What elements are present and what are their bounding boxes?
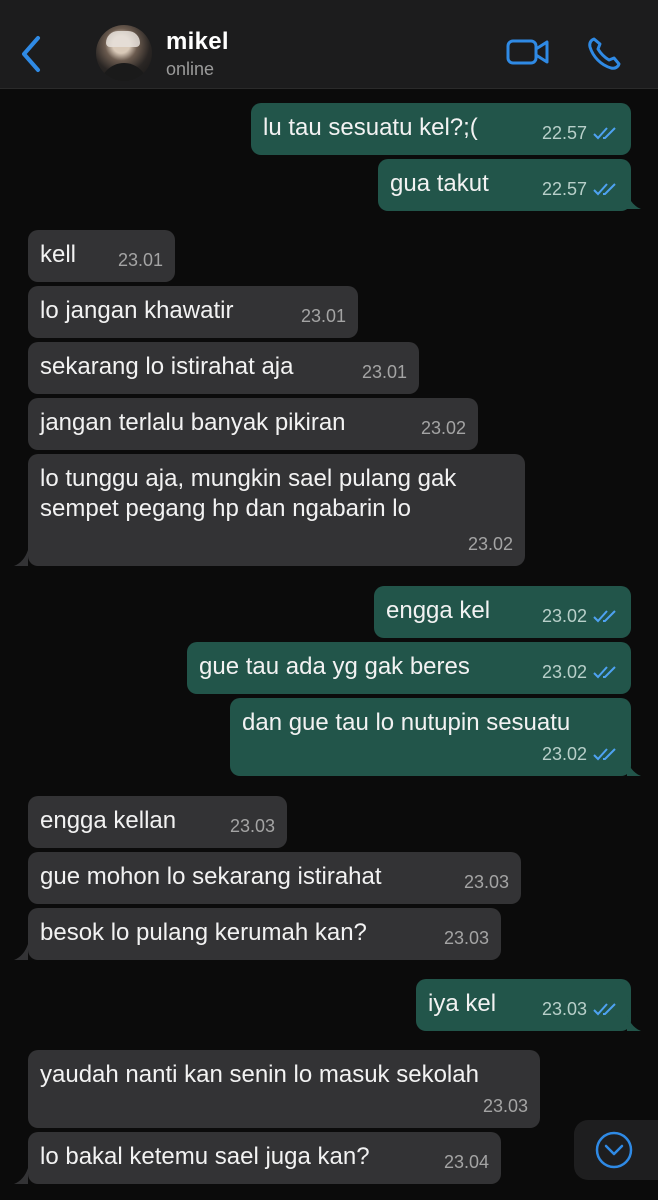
avatar[interactable] <box>96 25 152 81</box>
message-incoming[interactable]: jangan terlalu banyak pikiran 23.02 <box>28 398 478 450</box>
message-outgoing[interactable]: engga kel 23.02 <box>374 586 631 638</box>
bubble-tail <box>627 1015 641 1031</box>
message-incoming[interactable]: lo tunggu aja, mungkin sael pulang gak s… <box>28 454 525 566</box>
message-text: engga kellan <box>40 807 177 834</box>
message-text: iya kel <box>428 990 497 1017</box>
message-text: dan gue tau lo nutupin sesuatu <box>242 709 571 736</box>
message-time: 23.04 <box>443 1152 489 1172</box>
message-incoming[interactable]: engga kellan 23.03 <box>28 796 287 848</box>
message-incoming[interactable]: lo bakal ketemu sael juga kan? 23.04 <box>28 1132 501 1184</box>
phone-icon[interactable] <box>586 36 622 72</box>
message-outgoing[interactable]: iya kel 23.03 <box>416 979 631 1031</box>
message-text: lo jangan khawatir <box>40 297 234 324</box>
message-list[interactable]: lu tau sesuatu kel?;( 22.57 gua takut 22… <box>0 89 658 1200</box>
bubble-tail <box>627 193 641 209</box>
read-receipt-icon <box>593 127 616 140</box>
message-time: 23.02 <box>467 534 513 554</box>
message-text: gue mohon lo sekarang istirahat <box>40 863 382 890</box>
message-text: gua takut <box>390 170 489 197</box>
bubble-tail <box>14 944 28 960</box>
message-time: 23.03 <box>463 872 509 892</box>
message-text: yaudah nanti kan senin lo masuk sekolah <box>40 1061 479 1088</box>
message-text: kell <box>40 241 77 268</box>
contact-status: online <box>166 59 215 79</box>
message-time: 23.01 <box>300 306 346 326</box>
read-receipt-icon <box>593 1003 616 1016</box>
message-time: 22.57 <box>541 179 587 199</box>
bubble-tail <box>14 550 28 566</box>
message-text: jangan terlalu banyak pikiran <box>40 409 346 436</box>
message-time: 23.03 <box>229 816 275 836</box>
chat-header: mikel online <box>0 0 658 89</box>
message-text: gue tau ada yg gak beres <box>199 653 470 680</box>
message-outgoing[interactable]: gua takut 22.57 <box>378 159 631 211</box>
message-incoming[interactable]: sekarang lo istirahat aja 23.01 <box>28 342 419 394</box>
message-time: 23.03 <box>482 1096 528 1116</box>
message-incoming[interactable]: lo jangan khawatir 23.01 <box>28 286 358 338</box>
message-time: 23.02 <box>541 606 587 626</box>
scroll-to-bottom-button[interactable] <box>574 1120 658 1180</box>
message-time: 23.01 <box>361 362 407 382</box>
message-text-line: lo tunggu aja, mungkin sael pulang gak <box>40 465 457 492</box>
contact-name[interactable]: mikel <box>166 28 229 56</box>
video-camera-icon[interactable] <box>506 36 550 68</box>
message-text: lu tau sesuatu kel?;( <box>263 114 478 141</box>
message-time: 23.02 <box>541 744 587 764</box>
bubble-tail <box>14 1168 28 1184</box>
message-time: 23.03 <box>541 999 587 1019</box>
message-text: sekarang lo istirahat aja <box>40 353 294 380</box>
read-receipt-icon <box>593 666 616 679</box>
read-receipt-icon <box>593 183 616 196</box>
message-text-line: sempet pegang hp dan ngabarin lo <box>40 495 411 522</box>
message-time: 22.57 <box>541 123 587 143</box>
message-incoming[interactable]: gue mohon lo sekarang istirahat 23.03 <box>28 852 521 904</box>
message-time: 23.02 <box>420 418 466 438</box>
message-outgoing[interactable]: gue tau ada yg gak beres 23.02 <box>187 642 631 694</box>
chevron-left-icon[interactable] <box>16 34 46 74</box>
message-incoming[interactable]: besok lo pulang kerumah kan? 23.03 <box>28 908 501 960</box>
read-receipt-icon <box>593 610 616 623</box>
message-text: lo bakal ketemu sael juga kan? <box>40 1143 370 1170</box>
chevron-down-circle-icon <box>595 1131 633 1169</box>
message-incoming[interactable]: kell 23.01 <box>28 230 175 282</box>
message-text: engga kel <box>386 597 491 624</box>
message-text: besok lo pulang kerumah kan? <box>40 919 367 946</box>
message-incoming[interactable]: yaudah nanti kan senin lo masuk sekolah … <box>28 1050 540 1128</box>
message-time: 23.03 <box>443 928 489 948</box>
message-outgoing[interactable]: lu tau sesuatu kel?;( 22.57 <box>251 103 631 155</box>
read-receipt-icon <box>593 748 616 761</box>
bubble-tail <box>627 760 641 776</box>
message-time: 23.01 <box>117 250 163 270</box>
message-outgoing[interactable]: dan gue tau lo nutupin sesuatu 23.02 <box>230 698 631 776</box>
message-time: 23.02 <box>541 662 587 682</box>
